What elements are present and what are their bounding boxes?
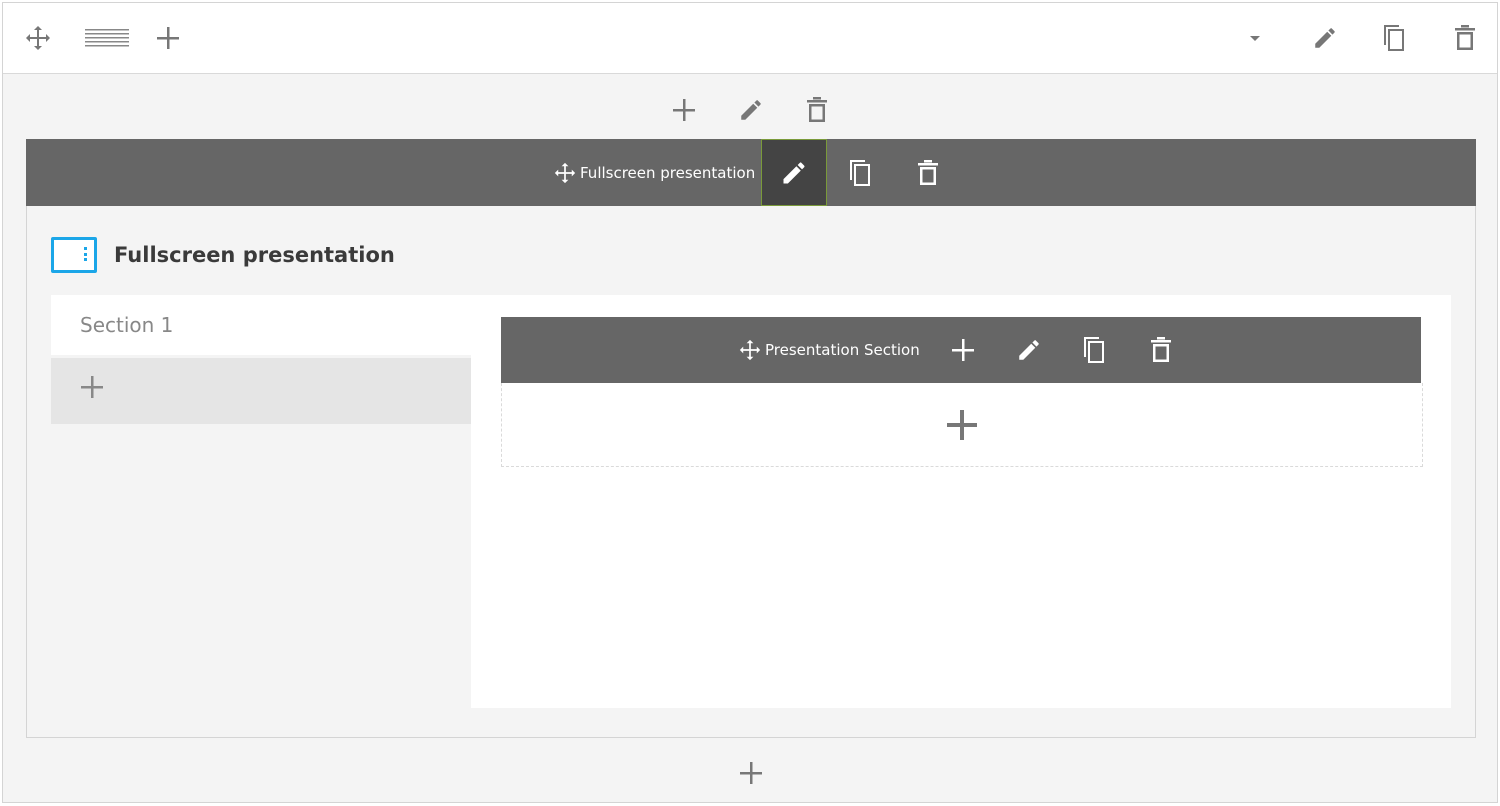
- element-edit-button[interactable]: [761, 139, 827, 206]
- section-plus-icon[interactable]: [946, 333, 980, 367]
- presentation-element: Fullscreen presentation Fullscreen prese…: [26, 139, 1476, 738]
- add-element-bottom-plus-icon[interactable]: [734, 756, 768, 790]
- section-move-handle[interactable]: Presentation Section: [739, 317, 920, 383]
- pencil-icon[interactable]: [1308, 21, 1342, 55]
- nav-section-1[interactable]: Section 1: [51, 295, 471, 355]
- add-element-plus-icon[interactable]: [667, 93, 701, 127]
- copy-icon[interactable]: [1378, 21, 1412, 55]
- column-controls: [667, 93, 837, 127]
- section-copy-icon[interactable]: [1078, 333, 1112, 367]
- element-heading: Fullscreen presentation: [51, 236, 395, 274]
- presentation-body: Section 1 Presentation Section: [51, 295, 1451, 708]
- section-toolbar: Presentation Section: [501, 317, 1421, 383]
- plus-icon: [79, 374, 105, 400]
- section-pencil-icon[interactable]: [1012, 333, 1046, 367]
- move-icon: [739, 339, 761, 361]
- section-drop-area: [501, 383, 1423, 467]
- element-toolbar: Fullscreen presentation: [26, 139, 1476, 206]
- trash-icon[interactable]: [1448, 21, 1482, 55]
- row-toolbar: [3, 3, 1497, 74]
- row-container: Fullscreen presentation Fullscreen prese…: [2, 2, 1498, 803]
- section-bar-label: Presentation Section: [765, 341, 920, 359]
- element-trash-icon[interactable]: [895, 139, 961, 206]
- move-icon[interactable]: [21, 21, 55, 55]
- column-pencil-icon[interactable]: [734, 93, 768, 127]
- pencil-icon: [783, 161, 805, 183]
- element-move-handle[interactable]: Fullscreen presentation: [554, 139, 755, 206]
- plus-icon[interactable]: [151, 21, 185, 55]
- add-section-button[interactable]: [51, 358, 471, 424]
- presentation-section: Presentation Section: [501, 317, 1423, 467]
- presentation-icon: [51, 237, 97, 273]
- column-trash-icon[interactable]: [800, 93, 834, 127]
- element-copy-icon[interactable]: [828, 139, 894, 206]
- caret-down-icon[interactable]: [1238, 21, 1272, 55]
- row-layout-icon[interactable]: [85, 21, 129, 55]
- element-title: Fullscreen presentation: [114, 243, 395, 267]
- presentation-nav: Section 1: [51, 295, 471, 708]
- element-bar-label: Fullscreen presentation: [580, 163, 756, 182]
- move-icon: [554, 162, 576, 184]
- section-trash-icon[interactable]: [1144, 333, 1178, 367]
- add-content-plus-icon[interactable]: [943, 406, 981, 444]
